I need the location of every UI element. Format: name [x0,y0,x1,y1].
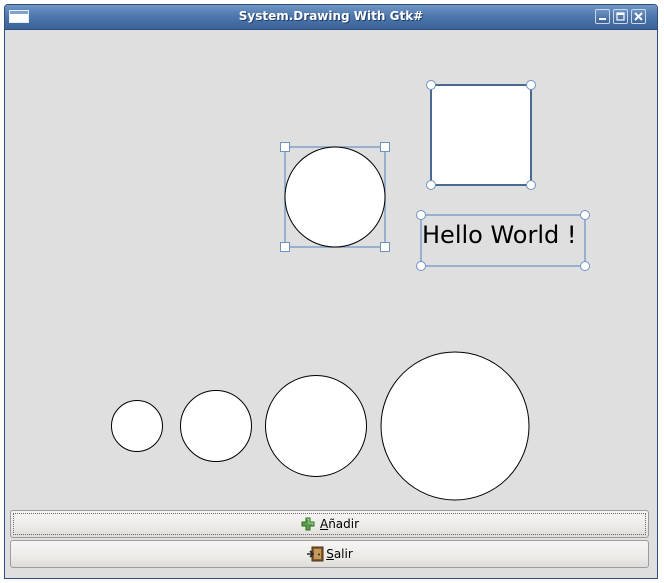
close-button[interactable] [631,9,646,24]
minimize-button[interactable] [595,9,610,24]
resize-handle[interactable] [580,210,590,220]
rectangle-shape-group[interactable] [426,80,536,190]
resize-handle[interactable] [280,142,290,152]
circle-shape[interactable] [380,351,530,501]
title-bar[interactable]: System.Drawing With Gtk# [5,5,657,30]
application-window: System.Drawing With Gtk# Hello World ! A… [4,4,658,579]
minimize-icon [599,18,606,20]
maximize-button[interactable] [613,9,628,24]
resize-handle[interactable] [426,80,436,90]
resize-handle[interactable] [380,142,390,152]
add-icon [300,516,316,532]
rectangle-shape[interactable] [430,84,532,186]
maximize-icon [616,12,625,21]
add-button-label: Añadir [319,517,360,531]
quit-button-label: Salir [326,547,353,561]
add-button[interactable]: Añadir [10,510,649,538]
window-title: System.Drawing With Gtk# [238,9,424,23]
resize-handle[interactable] [526,180,536,190]
circle-shape[interactable] [265,375,367,477]
resize-handle[interactable] [280,242,290,252]
resize-handle[interactable] [416,210,426,220]
close-icon [634,12,643,21]
resize-handle[interactable] [416,261,426,271]
exit-icon [306,546,324,562]
circle-shape[interactable] [284,146,386,248]
resize-handle[interactable] [380,242,390,252]
window-menu-icon[interactable] [9,10,29,23]
quit-button[interactable]: Salir [10,540,649,568]
selected-circle-shape[interactable] [280,142,390,252]
resize-handle[interactable] [426,180,436,190]
resize-handle[interactable] [580,261,590,271]
drawing-area[interactable]: Hello World ! [7,30,655,508]
drawing-surface[interactable]: Hello World ! [7,30,655,508]
hello-world-text[interactable]: Hello World ! [422,221,577,249]
circle-shape[interactable] [111,400,163,452]
circle-shape[interactable] [180,390,252,462]
text-shape-group[interactable]: Hello World ! [416,210,590,271]
resize-handle[interactable] [526,80,536,90]
